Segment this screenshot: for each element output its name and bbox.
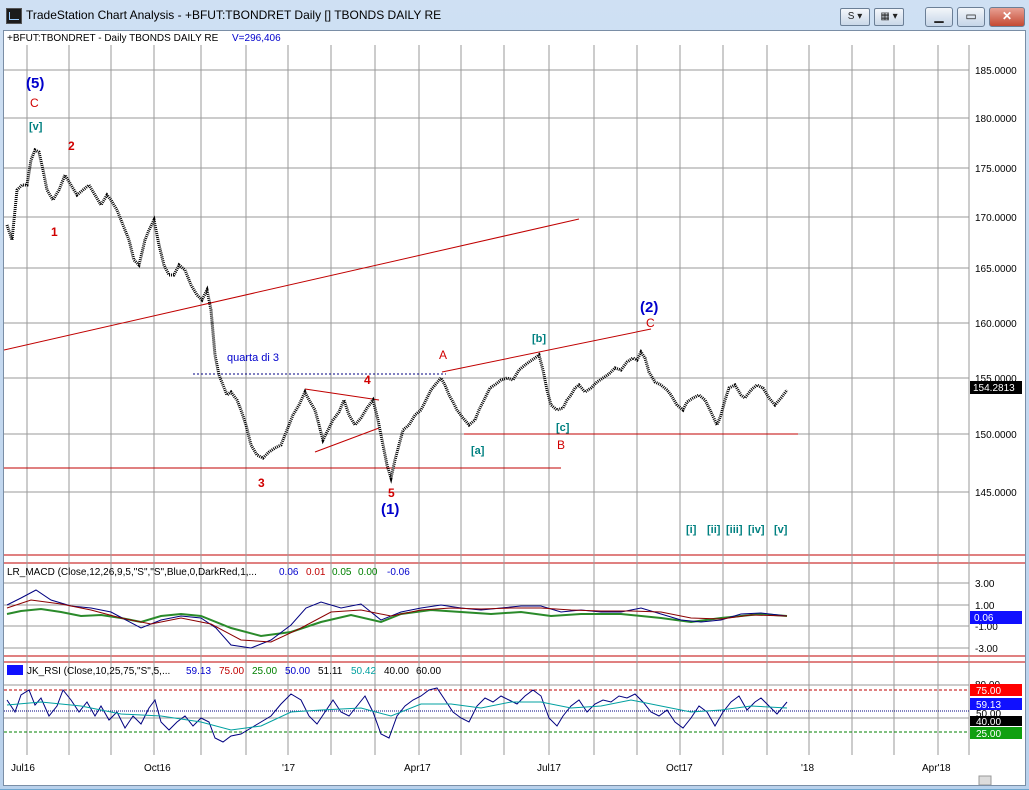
trend-lines	[3, 218, 798, 469]
rsi-value: 50.00	[285, 666, 310, 677]
wave-label: 1	[51, 225, 58, 239]
minimize-button[interactable]: ▁	[925, 7, 953, 27]
price-bars	[5, 147, 789, 484]
wave-label: [ii]	[707, 524, 721, 536]
rsi-value: 75.00	[219, 666, 244, 677]
price-axis-label: 145.0000	[975, 488, 1017, 499]
wave-label: 2	[68, 139, 75, 153]
close-button[interactable]: ✕	[989, 7, 1025, 27]
wave-label: (2)	[640, 299, 658, 316]
symbol-link-button[interactable]: ▦ ▾	[874, 8, 904, 26]
price-axis-label: 165.0000	[975, 264, 1017, 275]
price-axis-label: 180.0000	[975, 114, 1017, 125]
macd-label: LR_MACD (Close,12,26,9,5,"S","S",Blue,0,…	[7, 567, 257, 578]
wave-label: 4	[364, 373, 371, 387]
rsi-badge-label: 25.00	[976, 729, 1001, 740]
price-axis-label: 175.0000	[975, 164, 1017, 175]
time-axis-label: Jul16	[11, 763, 35, 774]
time-axis-label: Jul17	[537, 763, 561, 774]
macd-axis-label: 1.00	[975, 601, 995, 612]
volume-label: V=296,406	[232, 33, 281, 44]
price-axis-label: 185.0000	[975, 66, 1017, 77]
wave-label: C	[30, 96, 39, 110]
macd-value: 0.01	[306, 567, 326, 578]
time-axis-label: '18	[801, 763, 814, 774]
wave-label: (1)	[381, 501, 399, 518]
rsi-value: 50.42	[351, 666, 376, 677]
title-bar[interactable]: TradeStation Chart Analysis - +BFUT:TBON…	[0, 0, 1029, 30]
window-title: TradeStation Chart Analysis - +BFUT:TBON…	[26, 8, 442, 22]
wave-label: [iv]	[748, 524, 765, 536]
time-axis-label: '17	[282, 763, 295, 774]
wave-label: [iii]	[726, 524, 743, 536]
strategy-button[interactable]: S ▾	[840, 8, 870, 26]
time-axis-label: Oct16	[144, 763, 171, 774]
wave-label: A	[439, 348, 447, 362]
time-axis-label: Oct17	[666, 763, 693, 774]
strategy-button-label: S	[847, 11, 855, 22]
price-axis: 185.0000 180.0000 175.0000 170.0000 165.…	[975, 66, 1017, 499]
wave-label: [a]	[471, 445, 485, 457]
macd-axis-label: 3.00	[975, 579, 995, 590]
wave-label: (5)	[26, 75, 44, 92]
wave-label: [v]	[29, 121, 43, 133]
minimize-icon: ▁	[934, 9, 944, 23]
wave-label: [c]	[556, 422, 570, 434]
wave-label: B	[557, 438, 565, 452]
macd-axis-label: -3.00	[975, 644, 998, 655]
link-icon: ▦	[880, 11, 890, 22]
rsi-value: 60.00	[416, 666, 441, 677]
wave-label: 5	[388, 486, 395, 500]
rsi-value: 59.13	[186, 666, 211, 677]
chart-area[interactable]: 185.0000 180.0000 175.0000 170.0000 165.…	[3, 30, 1026, 786]
chart-canvas[interactable]: 185.0000 180.0000 175.0000 170.0000 165.…	[3, 31, 1025, 786]
wave-label: quarta di 3	[227, 352, 279, 364]
macd-value: -0.06	[387, 567, 410, 578]
rsi-label: JK_RSI (Close,10,25,75,"S",5,...	[27, 666, 170, 677]
macd-value: 0.00	[358, 567, 378, 578]
macd-current-label: 0.06	[974, 613, 994, 624]
price-axis-label: 160.0000	[975, 319, 1017, 330]
time-axis-label: Apr'18	[922, 763, 951, 774]
rsi-badge-label: 40.00	[976, 717, 1001, 728]
wave-label: [i]	[686, 524, 697, 536]
rsi-value: 40.00	[384, 666, 409, 677]
wave-label: 3	[258, 476, 265, 490]
price-axis-label: 170.0000	[975, 213, 1017, 224]
current-price-label: 154.2813	[973, 383, 1015, 394]
maximize-icon: ▭	[965, 9, 977, 23]
app-window: TradeStation Chart Analysis - +BFUT:TBON…	[0, 0, 1029, 789]
wave-label: C	[646, 316, 655, 330]
rsi-value: 51.11	[318, 666, 343, 677]
macd-signal-line	[6, 599, 788, 643]
rsi-line	[6, 687, 788, 743]
rsi-color-swatch	[7, 665, 23, 675]
time-axis-label: Apr17	[404, 763, 431, 774]
rsi-badge-label: 75.00	[976, 686, 1001, 697]
macd-histogram	[6, 607, 788, 638]
macd-value: 0.06	[279, 567, 299, 578]
scroll-handle[interactable]	[978, 775, 992, 786]
price-axis-label: 150.0000	[975, 430, 1017, 441]
wave-label: [v]	[774, 524, 788, 536]
close-icon: ✕	[1001, 9, 1013, 23]
chart-app-icon	[6, 8, 22, 24]
maximize-button[interactable]: ▭	[957, 7, 985, 27]
symbol-label: +BFUT:TBONDRET - Daily TBONDS DAILY RE	[7, 33, 219, 44]
macd-value: 0.05	[332, 567, 352, 578]
wave-label: [b]	[532, 333, 546, 345]
rsi-value: 25.00	[252, 666, 277, 677]
time-axis: Jul16 Oct16 '17 Apr17 Jul17 Oct17 '18 Ap…	[11, 763, 951, 774]
